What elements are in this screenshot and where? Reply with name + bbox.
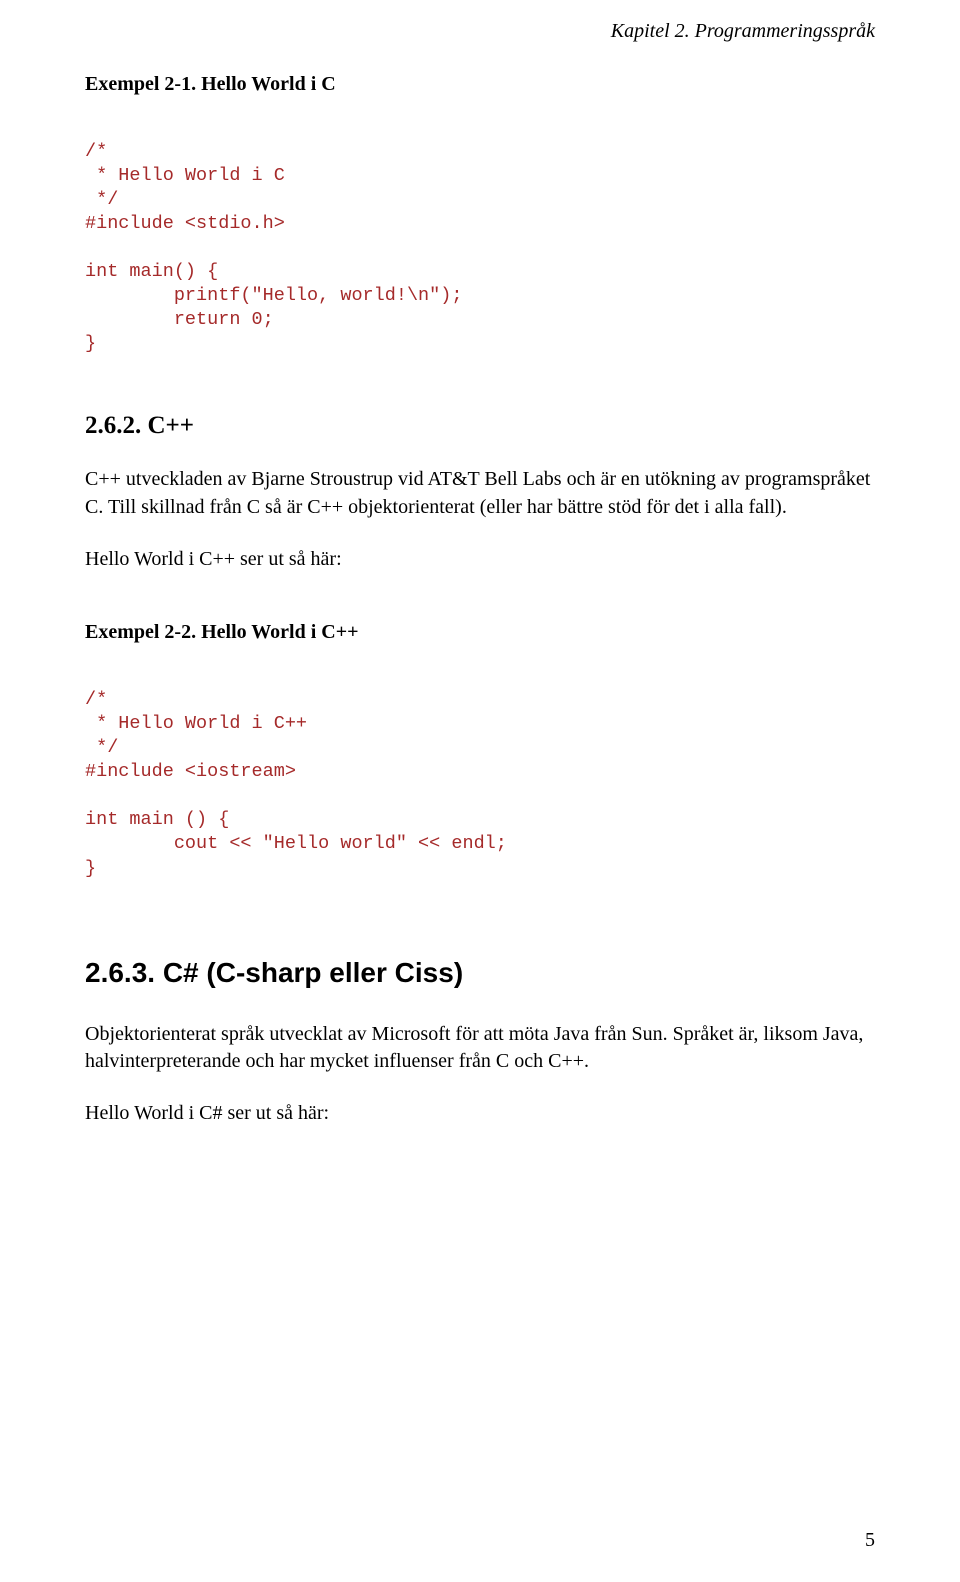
paragraph-csharp-1: Objektorienterat språk utvecklat av Micr… [85, 1021, 875, 1076]
paragraph-cpp-2: Hello World i C++ ser ut så här: [85, 546, 875, 574]
page-number: 5 [865, 1529, 875, 1552]
paragraph-cpp-1: C++ utveckladen av Bjarne Stroustrup vid… [85, 466, 875, 521]
code-block-c: /* * Hello World i C */ #include <stdio.… [85, 140, 875, 356]
paragraph-csharp-2: Hello World i C# ser ut så här: [85, 1100, 875, 1128]
page-content: Kapitel 2. Programmeringsspråk Exempel 2… [0, 0, 960, 1191]
section-heading-cpp: 2.6.2. C++ [85, 412, 875, 440]
example-title-1: Exempel 2-1. Hello World i C [85, 73, 875, 96]
section-heading-csharp: 2.6.3. C# (C-sharp eller Ciss) [85, 957, 875, 989]
example-title-2: Exempel 2-2. Hello World i C++ [85, 621, 875, 644]
code-block-cpp: /* * Hello World i C++ */ #include <iost… [85, 688, 875, 880]
chapter-header: Kapitel 2. Programmeringsspråk [85, 20, 875, 43]
